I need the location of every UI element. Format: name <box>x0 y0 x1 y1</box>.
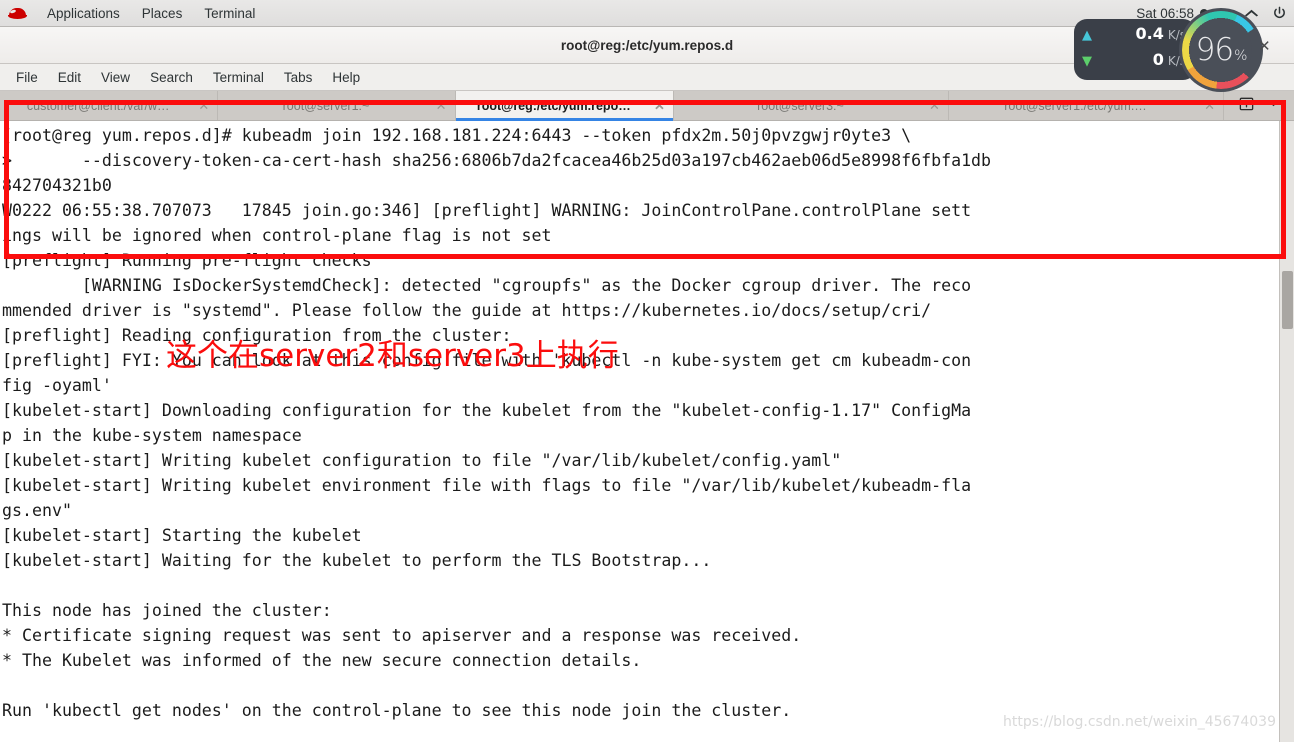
tab-label: customer@client:/var/w… <box>26 98 170 113</box>
terminal-line: [preflight] FYI: You can look at this co… <box>2 351 972 370</box>
menu-tabs-label: Tabs <box>283 69 313 85</box>
terminal-line: mmended driver is "systemd". Please foll… <box>2 301 932 320</box>
terminal-line: [kubelet-start] Starting the kubelet <box>2 526 362 545</box>
terminal-text: [root@reg yum.repos.d]# kubeadm join 192… <box>0 121 1279 742</box>
applications-menu-label: Applications <box>47 5 120 21</box>
tab-bar-actions <box>1224 91 1294 120</box>
new-tab-icon[interactable] <box>1238 95 1255 117</box>
menu-terminal[interactable]: Terminal <box>203 66 274 89</box>
network-speed-widget[interactable]: ▲ 0.4 K/s ▼ 0 K/s <box>1074 19 1196 80</box>
gauge-value: 96 % <box>1195 32 1248 68</box>
terminal-line: fig -oyaml' <box>2 376 112 395</box>
scrollbar-thumb[interactable] <box>1282 271 1293 329</box>
tab-label: root@reg:/etc/yum.repo… <box>476 98 631 113</box>
chevron-down-icon[interactable] <box>1267 97 1280 115</box>
close-icon[interactable]: ✕ <box>1258 37 1271 55</box>
menu-view-label: View <box>101 69 131 85</box>
terminal-output-area[interactable]: [root@reg yum.repos.d]# kubeadm join 192… <box>0 121 1294 742</box>
terminal-tab-server1-yum[interactable]: root@server1:/etc/yum.… ✕ <box>949 91 1224 120</box>
terminal-tab-reg-yum-repos[interactable]: root@reg:/etc/yum.repo… ✕ <box>455 91 674 121</box>
menu-view[interactable]: View <box>91 66 140 89</box>
terminal-menu-label: Terminal <box>204 5 256 21</box>
close-icon[interactable]: ✕ <box>1204 99 1215 112</box>
terminal-line: > --discovery-token-ca-cert-hash sha256:… <box>2 151 992 170</box>
upload-speed-row: ▲ 0.4 K/s <box>1082 24 1186 50</box>
terminal-line: p in the kube-system namespace <box>2 426 302 445</box>
arrow-up-icon: ▲ <box>1082 27 1092 43</box>
terminal-line: * Certificate signing request was sent t… <box>2 626 802 645</box>
places-menu[interactable]: Places <box>131 3 194 24</box>
terminal-scrollbar[interactable] <box>1279 121 1294 742</box>
menu-edit-label: Edit <box>57 69 82 85</box>
close-icon[interactable]: ✕ <box>198 99 209 112</box>
redhat-logo-icon <box>8 5 28 22</box>
terminal-line: ings will be ignored when control-plane … <box>2 226 552 245</box>
terminal-line: 842704321b0 <box>2 176 112 195</box>
menu-search[interactable]: Search <box>140 66 203 89</box>
download-speed-row: ▼ 0 K/s <box>1082 50 1186 76</box>
applications-menu[interactable]: Applications <box>36 3 131 24</box>
terminal-line: * The Kubelet was informed of the new se… <box>2 651 642 670</box>
tab-label: root@server1:/etc/yum.… <box>1004 98 1147 113</box>
terminal-line: W0222 06:55:38.707073 17845 join.go:346]… <box>2 201 972 220</box>
menu-file[interactable]: File <box>6 66 48 89</box>
terminal-tab-server1-home[interactable]: root@server1:~ ✕ <box>218 91 456 120</box>
places-menu-label: Places <box>141 5 183 21</box>
terminal-line: [kubelet-start] Writing kubelet configur… <box>2 451 842 470</box>
menu-help[interactable]: Help <box>322 66 370 89</box>
menu-help-label: Help <box>332 69 361 85</box>
menu-tabs[interactable]: Tabs <box>274 66 323 89</box>
terminal-line: [root@reg yum.repos.d]# kubeadm join 192… <box>2 126 912 145</box>
screen: Applications Places Terminal Sat 06:58 r… <box>0 0 1294 742</box>
terminal-window: root@reg:/etc/yum.repos.d File Edit View… <box>0 27 1294 742</box>
terminal-line: [kubelet-start] Writing kubelet environm… <box>2 476 972 495</box>
terminal-tab-customer-client[interactable]: customer@client:/var/w… ✕ <box>0 91 219 120</box>
terminal-line: [WARNING IsDockerSystemdCheck]: detected… <box>2 276 972 295</box>
menu-edit[interactable]: Edit <box>48 66 91 89</box>
terminal-menu[interactable]: Terminal <box>193 3 266 24</box>
menu-terminal-label: Terminal <box>212 69 264 85</box>
close-icon[interactable]: ✕ <box>654 99 665 112</box>
tab-label: root@server1:~ <box>282 98 370 113</box>
download-speed-value: 0 <box>1152 49 1164 69</box>
window-title: root@reg:/etc/yum.repos.d <box>560 37 734 53</box>
terminal-line: gs.env" <box>2 501 72 520</box>
power-icon[interactable] <box>1271 5 1288 22</box>
upload-speed-value: 0.4 <box>1135 23 1164 43</box>
menu-file-label: File <box>16 69 38 85</box>
gauge-percent-symbol: % <box>1234 48 1247 64</box>
terminal-line: [preflight] Running pre-flight checks <box>2 251 372 270</box>
arrow-down-icon: ▼ <box>1082 53 1092 69</box>
menu-search-label: Search <box>150 69 193 85</box>
close-icon[interactable]: ✕ <box>436 99 447 112</box>
terminal-line: [kubelet-start] Downloading configuratio… <box>2 401 972 420</box>
terminal-line: [kubelet-start] Waiting for the kubelet … <box>2 551 712 570</box>
resource-gauge-widget[interactable]: 96 % <box>1179 8 1263 92</box>
tab-label: root@server3:~ <box>757 98 844 113</box>
tab-bar: customer@client:/var/w… ✕ root@server1:~… <box>0 91 1294 121</box>
gauge-number: 96 <box>1195 32 1234 68</box>
close-icon[interactable]: ✕ <box>929 99 940 112</box>
terminal-line: Run 'kubectl get nodes' on the control-p… <box>2 701 792 720</box>
terminal-line: [preflight] Reading configuration from t… <box>2 326 512 345</box>
terminal-tab-server3-home[interactable]: root@server3:~ ✕ <box>674 91 949 120</box>
terminal-line: This node has joined the cluster: <box>2 601 332 620</box>
